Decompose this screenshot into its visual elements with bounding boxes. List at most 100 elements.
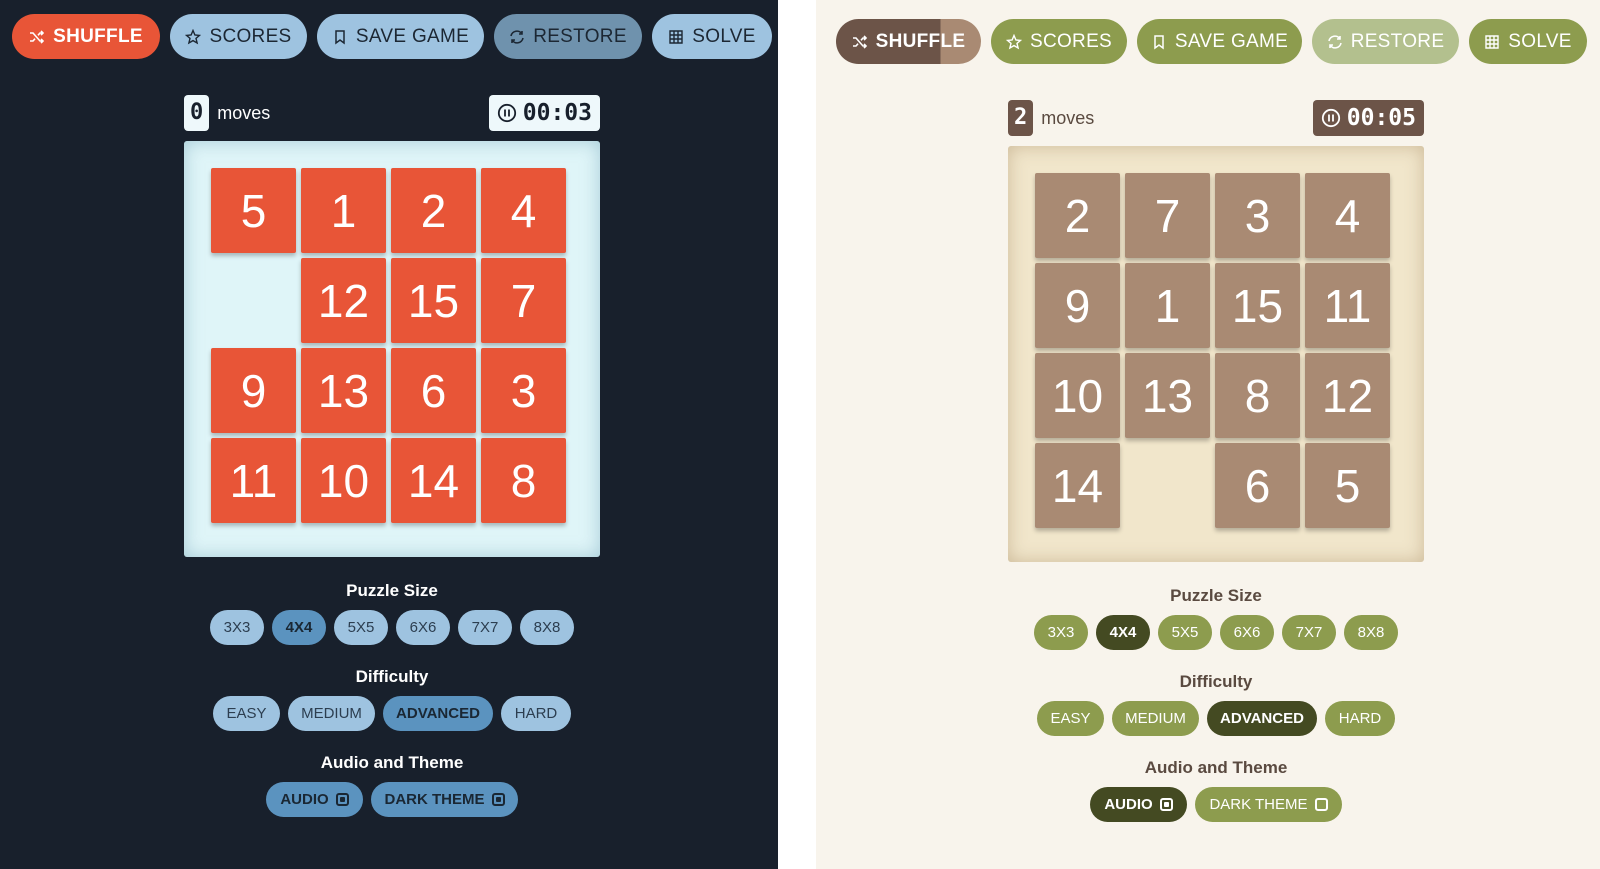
size-option-5x5[interactable]: 5X5: [334, 610, 388, 645]
solve-button[interactable]: SOLVE: [1469, 19, 1587, 64]
puzzle-tile[interactable]: 3: [1215, 173, 1300, 258]
shuffle-button[interactable]: SHUFFLE: [836, 19, 981, 64]
puzzle-size-section: Puzzle Size 3X3 4X4 5X5 6X6 7X7 8X8: [1008, 586, 1424, 650]
difficulty-options: EASY MEDIUM ADVANCED HARD: [1037, 701, 1395, 736]
difficulty-option-advanced[interactable]: ADVANCED: [1207, 701, 1317, 736]
puzzle-tile[interactable]: 7: [1125, 173, 1210, 258]
difficulty-option-medium[interactable]: MEDIUM: [1112, 701, 1199, 736]
size-option-6x6[interactable]: 6X6: [1220, 615, 1274, 650]
dark-theme-toggle[interactable]: DARK THEME: [371, 782, 518, 817]
shuffle-label: SHUFFLE: [875, 30, 966, 52]
puzzle-tile[interactable]: 9: [211, 348, 296, 433]
light-theme-panel: SHUFFLE SCORES SAVE GAME RESTORE SOLVE 2: [816, 0, 1600, 869]
size-options: 3X3 4X4 5X5 6X6 7X7 8X8: [210, 610, 574, 645]
timer[interactable]: 00:03: [488, 95, 600, 131]
size-option-3x3[interactable]: 3X3: [210, 610, 264, 645]
difficulty-option-easy[interactable]: EASY: [1037, 701, 1104, 736]
puzzle-tile[interactable]: 1: [301, 168, 386, 253]
restore-icon: [510, 29, 524, 44]
puzzle-tile[interactable]: 10: [301, 438, 386, 523]
dark-theme-checkbox-icon: [1314, 798, 1328, 811]
audio-checkbox-icon: [335, 793, 349, 806]
moves-label: moves: [217, 102, 271, 123]
size-option-5x5[interactable]: 5X5: [1158, 615, 1212, 650]
puzzle-tile[interactable]: 6: [1215, 443, 1300, 528]
difficulty-option-medium[interactable]: MEDIUM: [288, 696, 375, 731]
scores-button[interactable]: SCORES: [991, 19, 1127, 64]
difficulty-option-hard[interactable]: HARD: [501, 696, 571, 731]
timer-value: 00:03: [522, 100, 592, 126]
restore-button[interactable]: RESTORE: [494, 14, 642, 59]
save-game-button[interactable]: SAVE GAME: [1137, 19, 1302, 64]
puzzle-tile[interactable]: 2: [1035, 173, 1120, 258]
puzzle-tile[interactable]: 13: [301, 348, 386, 433]
dark-theme-label: DARK THEME: [384, 791, 485, 808]
difficulty-option-advanced[interactable]: ADVANCED: [383, 696, 493, 731]
audio-theme-section: Audio and Theme AUDIO DARK THEME: [1008, 758, 1424, 822]
restore-button[interactable]: RESTORE: [1312, 19, 1459, 64]
shuffle-button[interactable]: SHUFFLE: [12, 14, 160, 59]
size-option-7x7[interactable]: 7X7: [1282, 615, 1336, 650]
audio-theme-title: Audio and Theme: [1144, 758, 1288, 777]
size-option-6x6[interactable]: 6X6: [396, 610, 450, 645]
audio-checkbox-icon: [1159, 798, 1173, 811]
bookmark-icon: [1154, 34, 1164, 49]
puzzle-tile[interactable]: 10: [1035, 353, 1120, 438]
shuffle-icon: [30, 29, 45, 44]
shuffle-label: SHUFFLE: [53, 25, 143, 47]
puzzle-tile[interactable]: 8: [481, 438, 566, 523]
size-option-4x4[interactable]: 4X4: [272, 610, 326, 645]
puzzle-tile[interactable]: 14: [1035, 443, 1120, 528]
puzzle-tile[interactable]: 1: [1125, 263, 1210, 348]
grid-icon: [669, 29, 683, 44]
puzzle-tile[interactable]: 13: [1125, 353, 1210, 438]
star-icon: [185, 28, 202, 44]
size-option-8x8[interactable]: 8X8: [520, 610, 574, 645]
restore-icon: [1327, 34, 1342, 49]
dark-theme-toggle[interactable]: DARK THEME: [1195, 787, 1342, 822]
puzzle-tile[interactable]: 6: [391, 348, 476, 433]
pause-icon[interactable]: [1321, 108, 1341, 128]
dark-theme-label: DARK THEME: [1209, 796, 1308, 813]
size-option-3x3[interactable]: 3X3: [1034, 615, 1088, 650]
save-game-button[interactable]: SAVE GAME: [317, 14, 484, 59]
puzzle-tile[interactable]: 11: [211, 438, 296, 523]
puzzle-tile[interactable]: 5: [1305, 443, 1390, 528]
puzzle-tile[interactable]: 11: [1305, 263, 1390, 348]
audio-label: AUDIO: [1104, 796, 1153, 813]
puzzle-tile[interactable]: 2: [391, 168, 476, 253]
puzzle-tile[interactable]: 15: [391, 258, 476, 343]
bookmark-icon: [335, 29, 345, 44]
puzzle-tile[interactable]: 5: [211, 168, 296, 253]
size-option-8x8[interactable]: 8X8: [1344, 615, 1398, 650]
difficulty-option-hard[interactable]: HARD: [1325, 701, 1395, 736]
difficulty-section: Difficulty EASY MEDIUM ADVANCED HARD: [184, 667, 600, 731]
puzzle-board: 2 7 3 4 9 1 15 11 10 13 8 12 14 6 5: [1008, 146, 1424, 562]
size-options: 3X3 4X4 5X5 6X6 7X7 8X8: [1034, 615, 1398, 650]
audio-theme-options: AUDIO DARK THEME: [1090, 787, 1342, 822]
puzzle-tile[interactable]: 7: [481, 258, 566, 343]
scores-label: SCORES: [1029, 30, 1113, 52]
pause-icon[interactable]: [497, 103, 517, 123]
moves-counter: 0 moves: [184, 95, 270, 131]
puzzle-tile[interactable]: 3: [481, 348, 566, 433]
puzzle-tile[interactable]: 4: [481, 168, 566, 253]
audio-toggle[interactable]: AUDIO: [266, 782, 363, 817]
size-option-7x7[interactable]: 7X7: [458, 610, 512, 645]
shuffle-icon: [852, 34, 867, 49]
audio-toggle[interactable]: AUDIO: [1090, 787, 1187, 822]
puzzle-tile[interactable]: 8: [1215, 353, 1300, 438]
puzzle-tile[interactable]: 12: [301, 258, 386, 343]
size-option-4x4[interactable]: 4X4: [1096, 615, 1150, 650]
timer[interactable]: 00:05: [1312, 100, 1424, 136]
solve-button[interactable]: SOLVE: [652, 14, 772, 59]
audio-theme-section: Audio and Theme AUDIO DARK THEME: [184, 753, 600, 817]
difficulty-option-easy[interactable]: EASY: [213, 696, 280, 731]
scores-button[interactable]: SCORES: [170, 14, 307, 59]
puzzle-tile[interactable]: 4: [1305, 173, 1390, 258]
puzzle-tile[interactable]: 14: [391, 438, 476, 523]
solve-label: SOLVE: [692, 25, 756, 47]
puzzle-tile[interactable]: 15: [1215, 263, 1300, 348]
puzzle-tile[interactable]: 9: [1035, 263, 1120, 348]
puzzle-tile[interactable]: 12: [1305, 353, 1390, 438]
